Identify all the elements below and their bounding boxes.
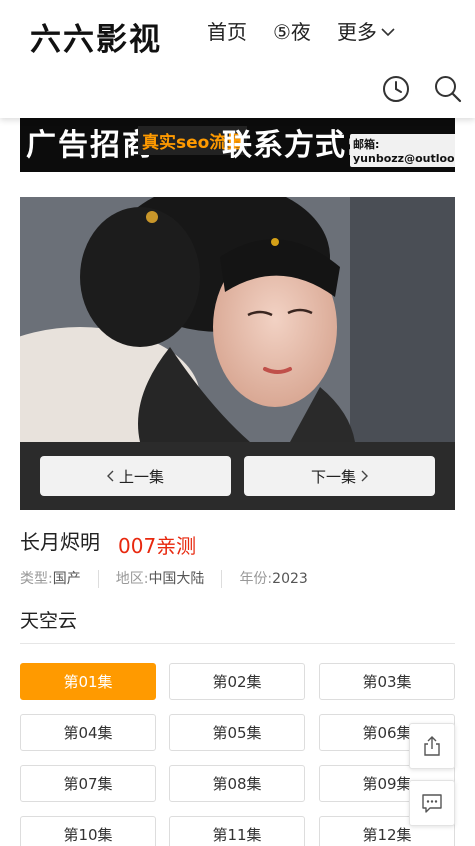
- section-divider: [20, 643, 455, 644]
- ad-banner[interactable]: 广告招商 真实seo流量 联系方式: 邮箱: yunbozz@outlook.c…: [20, 118, 455, 172]
- ad-text-1: 广告招商: [26, 128, 154, 163]
- nav-night-label: ⑤夜: [273, 20, 311, 44]
- meta-region: 地区: 中国大陆: [116, 570, 205, 588]
- video-tag: 007亲测: [118, 534, 197, 558]
- nav-home-label: 首页: [207, 20, 247, 44]
- site-logo[interactable]: 六六影视: [30, 14, 162, 59]
- episode-button[interactable]: 第04集: [20, 714, 156, 751]
- episode-button[interactable]: 第07集: [20, 765, 156, 802]
- meta-type: 类型: 国产: [20, 570, 81, 588]
- prev-episode-button[interactable]: 上一集: [40, 456, 231, 496]
- video-frame[interactable]: [20, 197, 455, 442]
- next-episode-button[interactable]: 下一集: [244, 456, 435, 496]
- ad-email: 邮箱: yunbozz@outlook.com: [350, 134, 455, 167]
- comment-icon: [422, 794, 442, 813]
- video-still-image: [20, 197, 455, 442]
- episode-button[interactable]: 第11集: [169, 816, 305, 846]
- nav-night[interactable]: ⑤夜: [273, 18, 311, 46]
- share-button[interactable]: [409, 723, 455, 769]
- nav-more[interactable]: 更多: [337, 18, 395, 46]
- nav-more-label: 更多: [336, 20, 377, 44]
- meta-region-key: 地区:: [115, 571, 149, 587]
- meta-year: 年份: 2023: [239, 570, 307, 588]
- episode-button[interactable]: 第01集: [20, 663, 156, 700]
- clock-icon[interactable]: [381, 74, 411, 104]
- video-meta: 类型: 国产 地区: 中国大陆 年份: 2023: [20, 570, 308, 588]
- meta-type-key: 类型:: [20, 571, 53, 587]
- chevron-left-icon: [106, 470, 114, 482]
- episode-button[interactable]: 第08集: [169, 765, 305, 802]
- share-icon: [424, 736, 440, 756]
- meta-year-key: 年份:: [239, 571, 273, 587]
- meta-type-value[interactable]: 国产: [53, 570, 81, 588]
- meta-divider: [97, 570, 99, 588]
- top-header: 六六影视 首页 ⑤夜 更多: [0, 0, 475, 118]
- meta-region-value[interactable]: 中国大陆: [148, 570, 204, 588]
- chevron-down-icon: [381, 28, 395, 37]
- meta-divider: [221, 570, 223, 588]
- search-icon[interactable]: [433, 74, 463, 104]
- nav-home[interactable]: 首页: [207, 18, 247, 46]
- video-title: 长月烬明: [20, 530, 100, 554]
- video-player: 上一集 下一集: [20, 197, 455, 510]
- episode-button[interactable]: 第03集: [319, 663, 455, 700]
- next-episode-label: 下一集: [310, 467, 356, 486]
- source-title: 天空云: [20, 610, 78, 632]
- episode-button[interactable]: 第05集: [169, 714, 305, 751]
- main-nav: 首页 ⑤夜 更多: [207, 18, 395, 46]
- comment-button[interactable]: [409, 780, 455, 826]
- episode-button[interactable]: 第10集: [20, 816, 156, 846]
- meta-year-value[interactable]: 2023: [272, 570, 308, 588]
- prev-episode-label: 上一集: [118, 467, 164, 486]
- episode-button[interactable]: 第02集: [169, 663, 305, 700]
- player-controls: 上一集 下一集: [20, 442, 455, 510]
- chevron-right-icon: [361, 470, 368, 482]
- ad-text-3: 联系方式:: [222, 128, 359, 163]
